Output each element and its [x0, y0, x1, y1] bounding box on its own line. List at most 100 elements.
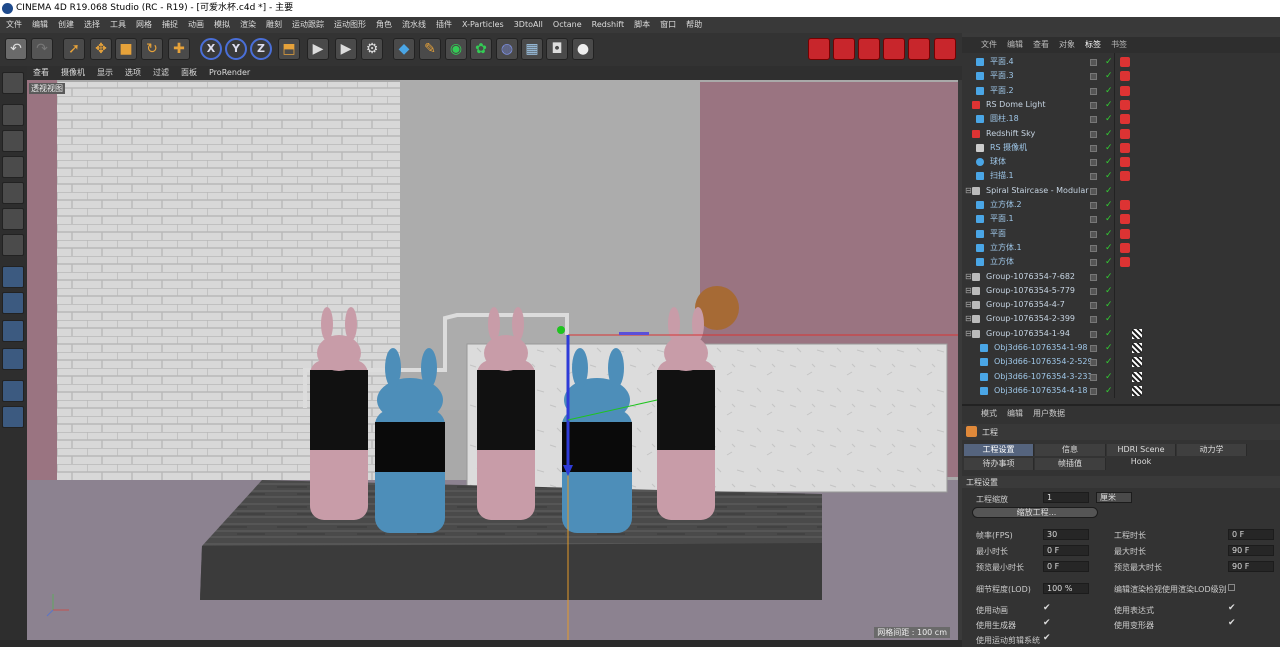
- texture-tag-icon[interactable]: [1132, 371, 1142, 382]
- edges-mode-icon[interactable]: [2, 208, 24, 230]
- attr-tab-3[interactable]: 动力学: [1177, 444, 1247, 456]
- object-row[interactable]: RS Dome Light ✓: [962, 98, 1280, 112]
- material-tag-icon[interactable]: [1120, 242, 1130, 253]
- min-time-field[interactable]: 0 F: [1043, 545, 1089, 556]
- render-icon[interactable]: ▶: [335, 38, 357, 60]
- use-motion-system-checkbox[interactable]: ✔: [1043, 633, 1051, 643]
- render-view-icon[interactable]: ▶: [307, 38, 329, 60]
- visibility-dots-icon[interactable]: [1090, 144, 1097, 152]
- enable-check-icon[interactable]: ✓: [1105, 84, 1113, 98]
- attr-menu-item-0[interactable]: 模式: [976, 408, 1002, 420]
- menu-item-3[interactable]: 选择: [79, 17, 105, 33]
- menu-item-6[interactable]: 捕捉: [157, 17, 183, 33]
- redshift-tool-icon-2[interactable]: [833, 38, 855, 60]
- camera-icon[interactable]: ◘: [546, 38, 568, 60]
- transform-icon[interactable]: ✚: [168, 38, 190, 60]
- object-row[interactable]: ⊟ Spiral Staircase - Modular ✓: [962, 184, 1280, 198]
- light-icon[interactable]: ●: [572, 38, 594, 60]
- menu-item-9[interactable]: 渲染: [235, 17, 261, 33]
- material-tag-icon[interactable]: [1120, 157, 1130, 168]
- texture-tag-icon[interactable]: [1132, 328, 1142, 339]
- object-row[interactable]: ⊟ Group-1076354-7-682 ✓: [962, 270, 1280, 284]
- redshift-tool-icon-6[interactable]: [934, 38, 956, 60]
- visibility-dots-icon[interactable]: [1090, 287, 1097, 295]
- enable-check-icon[interactable]: ✓: [1105, 341, 1113, 355]
- attr-tab-0[interactable]: 工程设置: [964, 444, 1034, 456]
- attr-tab-2[interactable]: HDRI Scene Hook: [1107, 444, 1176, 466]
- redshift-tool-icon-1[interactable]: [808, 38, 830, 60]
- object-row[interactable]: 平面.2 ✓: [962, 84, 1280, 98]
- preview-min-field[interactable]: 0 F: [1043, 561, 1089, 572]
- render-settings-icon[interactable]: ⚙: [361, 38, 383, 60]
- om-tab-1[interactable]: 编辑: [1002, 37, 1028, 53]
- visibility-dots-icon[interactable]: [1090, 244, 1097, 252]
- visibility-dots-icon[interactable]: [1090, 330, 1097, 338]
- enable-check-icon[interactable]: ✓: [1105, 198, 1113, 212]
- om-tab-4[interactable]: 标签: [1080, 37, 1106, 53]
- attr-menu-item-1[interactable]: 编辑: [1002, 408, 1028, 420]
- max-time-field[interactable]: 90 F: [1228, 545, 1274, 556]
- make-editable-icon[interactable]: [2, 72, 24, 94]
- material-tag-icon[interactable]: [1120, 128, 1130, 139]
- expand-icon[interactable]: ⊟: [965, 327, 972, 341]
- object-row[interactable]: 球体 ✓: [962, 155, 1280, 169]
- redo-icon[interactable]: ↷: [31, 38, 53, 60]
- enable-check-icon[interactable]: ✓: [1105, 355, 1113, 369]
- menu-item-4[interactable]: 工具: [105, 17, 131, 33]
- menu-item-22[interactable]: 帮助: [681, 17, 707, 33]
- material-tag-icon[interactable]: [1120, 114, 1130, 125]
- visibility-dots-icon[interactable]: [1090, 202, 1097, 209]
- visibility-dots-icon[interactable]: [1090, 130, 1097, 138]
- menu-item-13[interactable]: 角色: [371, 17, 397, 33]
- object-row[interactable]: 圆柱.18 ✓: [962, 112, 1280, 126]
- visibility-dots-icon[interactable]: [1090, 316, 1097, 324]
- visibility-dots-icon[interactable]: [1090, 59, 1097, 66]
- object-row[interactable]: ⊟ Group-1076354-2-399 ✓: [962, 312, 1280, 326]
- visibility-dots-icon[interactable]: [1090, 373, 1097, 381]
- use-expressions-checkbox[interactable]: ✔: [1228, 603, 1236, 613]
- enable-check-icon[interactable]: ✓: [1105, 127, 1113, 141]
- lod-field[interactable]: 100 %: [1043, 583, 1089, 594]
- enable-check-icon[interactable]: ✓: [1105, 169, 1113, 183]
- object-row[interactable]: 扫描.1 ✓: [962, 169, 1280, 183]
- material-tag-icon[interactable]: [1120, 228, 1130, 239]
- object-row[interactable]: 平面.3 ✓: [962, 69, 1280, 83]
- enable-check-icon[interactable]: ✓: [1105, 112, 1113, 126]
- menu-item-19[interactable]: Redshift: [587, 17, 629, 33]
- axis-mode-icon[interactable]: [2, 266, 24, 288]
- enable-check-icon[interactable]: ✓: [1105, 155, 1113, 169]
- material-tag-icon[interactable]: [1120, 85, 1130, 96]
- material-tag-icon[interactable]: [1120, 99, 1130, 110]
- om-tab-3[interactable]: 对象: [1054, 37, 1080, 53]
- enable-check-icon[interactable]: ✓: [1105, 370, 1113, 384]
- visibility-dots-icon[interactable]: [1090, 259, 1097, 267]
- object-row[interactable]: Obj3d66-1076354-4-18 ✓: [962, 384, 1280, 398]
- x-axis-icon[interactable]: X: [200, 38, 222, 60]
- snap-icon[interactable]: [2, 320, 24, 342]
- menu-item-10[interactable]: 雕刻: [261, 17, 287, 33]
- material-tag-icon[interactable]: [1120, 200, 1130, 210]
- redshift-tool-icon-4[interactable]: [883, 38, 905, 60]
- use-generators-checkbox[interactable]: ✔: [1043, 618, 1051, 628]
- scale-icon[interactable]: ■: [115, 38, 137, 60]
- object-row[interactable]: Redshift Sky ✓: [962, 127, 1280, 141]
- y-axis-icon[interactable]: Y: [225, 38, 247, 60]
- object-row[interactable]: 立方体.1 ✓: [962, 241, 1280, 255]
- viewport-menu-item-4[interactable]: 过滤: [147, 66, 175, 80]
- enable-check-icon[interactable]: ✓: [1105, 69, 1113, 83]
- enable-check-icon[interactable]: ✓: [1105, 98, 1113, 112]
- attr-tab-row2-1[interactable]: 帧插值: [1035, 458, 1106, 470]
- om-tab-0[interactable]: 文件: [976, 37, 1002, 53]
- object-row[interactable]: 平面.4 ✓: [962, 55, 1280, 69]
- fps-field[interactable]: 30: [1043, 529, 1089, 540]
- solo-icon[interactable]: [2, 380, 24, 402]
- visibility-dots-icon[interactable]: [1090, 302, 1097, 310]
- material-tag-icon[interactable]: [1120, 71, 1130, 82]
- menu-item-16[interactable]: X-Particles: [457, 17, 509, 33]
- menu-item-5[interactable]: 网格: [131, 17, 157, 33]
- expand-icon[interactable]: ⊟: [965, 298, 972, 312]
- expand-icon[interactable]: ⊟: [965, 184, 972, 198]
- object-row[interactable]: 立方体.2 ✓: [962, 198, 1280, 212]
- object-row[interactable]: 平面.1 ✓: [962, 212, 1280, 226]
- expand-icon[interactable]: ⊟: [965, 312, 972, 326]
